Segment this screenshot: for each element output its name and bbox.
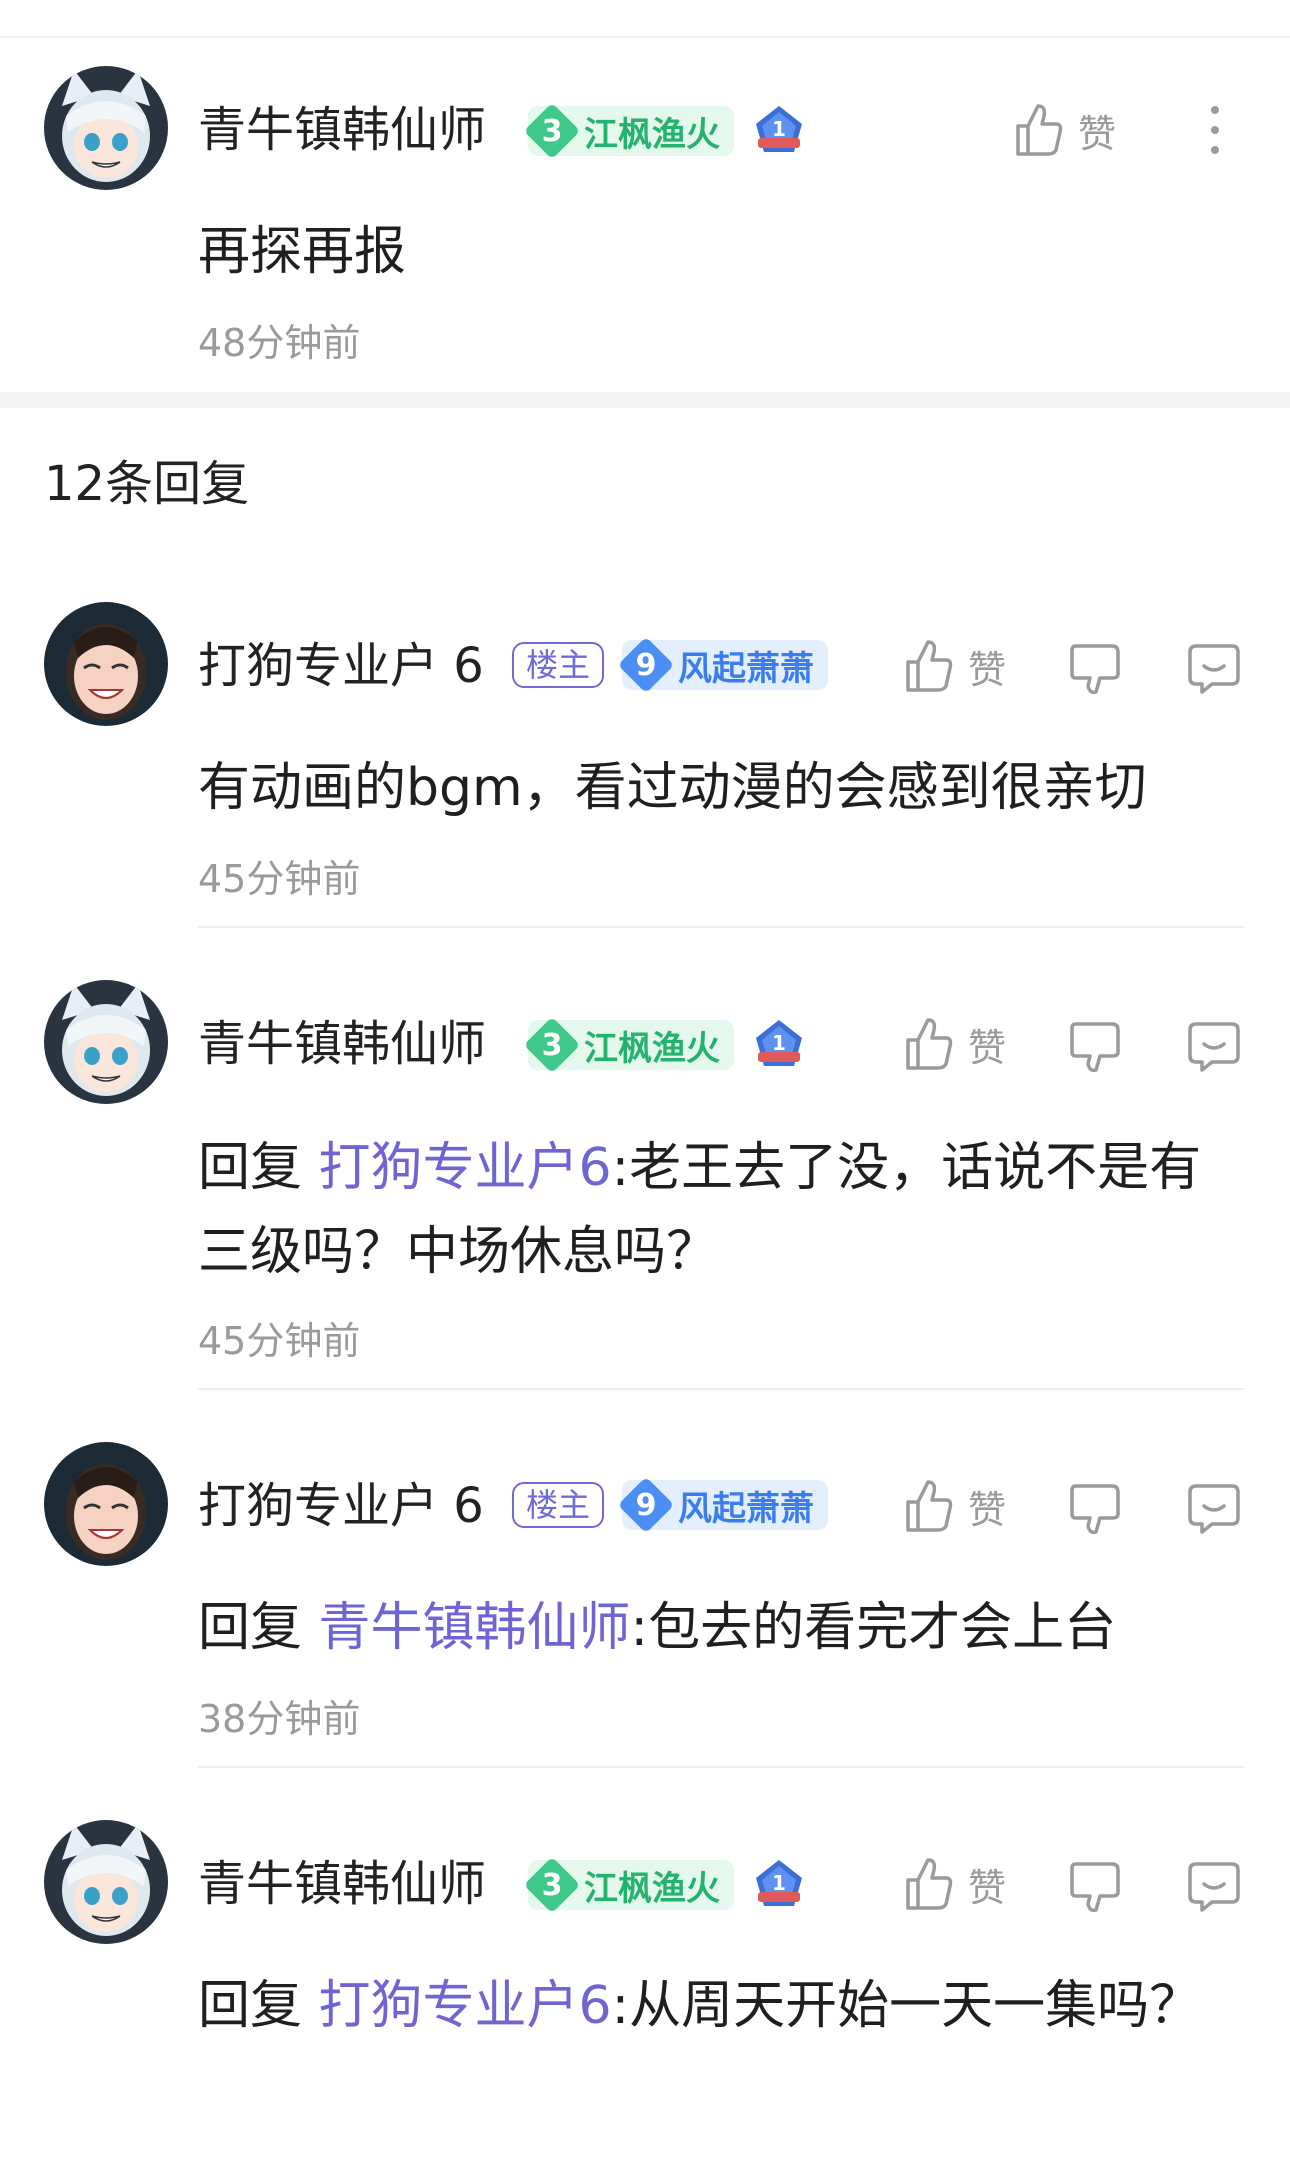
like-button[interactable]: 赞 [902, 638, 1006, 694]
reply-author-name[interactable]: 青牛镇韩仙师 [198, 1012, 486, 1076]
like-button[interactable]: 赞 [902, 1478, 1006, 1534]
anime-cat-avatar-icon [44, 66, 168, 190]
reply-comment-icon[interactable] [1186, 640, 1242, 696]
reply-content: 回复 打狗专业户6:老王去了没，话说不是有三级吗？中场休息吗？ [198, 1138, 1202, 1282]
reply-content: 回复 青牛镇韩仙师:包去的看完才会上台 [198, 1598, 1117, 1658]
medal-icon[interactable]: 1 [752, 104, 806, 158]
owner-tag: 楼主 [512, 642, 605, 688]
author-badges: 楼主 9 风起萧萧 [512, 1480, 829, 1530]
reply-comment-icon[interactable] [1186, 1480, 1242, 1536]
svg-text:1: 1 [772, 117, 786, 141]
level-badge[interactable]: 9 风起萧萧 [622, 640, 829, 690]
level-badge[interactable]: 3 江枫渔火 [528, 106, 734, 156]
thumb-down-icon[interactable] [1068, 1018, 1124, 1074]
reply-time: 38分钟前 [198, 1697, 361, 1741]
level-name: 风起萧萧 [678, 1488, 815, 1529]
author-badges: 3 江枫渔火 1 [528, 1858, 806, 1912]
thumb-up-icon [906, 1018, 953, 1070]
like-button[interactable]: 赞 [902, 1016, 1006, 1072]
reply-author-name[interactable]: 打狗专业户 6 [198, 634, 484, 698]
level-gem-icon: 9 [622, 1480, 670, 1530]
medal-icon[interactable]: 1 [752, 1858, 806, 1912]
reply-count: 12条回复 [44, 456, 250, 512]
level-gem-icon: 3 [528, 1860, 576, 1910]
reply-author-name[interactable]: 打狗专业户 6 [198, 1474, 484, 1538]
comment-time: 48分钟前 [198, 321, 361, 365]
level-gem-icon: 3 [528, 1020, 576, 1070]
author-badges: 楼主 9 风起萧萧 [512, 640, 829, 690]
thumb-up-icon [906, 1480, 953, 1532]
level-name: 风起萧萧 [678, 648, 815, 689]
level-name: 江枫渔火 [584, 1868, 720, 1909]
level-badge[interactable]: 3 江枫渔火 [528, 1020, 734, 1070]
comment-author-name[interactable]: 青牛镇韩仙师 [198, 98, 486, 162]
reply-comment-icon[interactable] [1186, 1018, 1242, 1074]
level-badge[interactable]: 3 江枫渔火 [528, 1860, 734, 1910]
author-badges: 3 江枫渔火 1 [528, 1018, 806, 1072]
level-gem-icon: 3 [528, 106, 576, 156]
reply-time: 45分钟前 [198, 857, 361, 901]
like-button[interactable]: 赞 [1012, 102, 1116, 158]
like-button[interactable]: 赞 [902, 1856, 1006, 1912]
author-badges: 3 江枫渔火 1 [528, 104, 806, 158]
medal-icon[interactable]: 1 [752, 1018, 806, 1072]
reply-author-name[interactable]: 青牛镇韩仙师 [198, 1852, 486, 1916]
thumb-up-icon [1016, 104, 1063, 156]
anime-cat-avatar-icon [44, 980, 168, 1104]
divider [198, 926, 1244, 928]
svg-text:1: 1 [772, 1031, 786, 1055]
avatar[interactable] [44, 1820, 168, 1944]
reply-comment-icon[interactable] [1186, 1858, 1242, 1914]
thumb-down-icon[interactable] [1068, 640, 1124, 696]
level-name: 江枫渔火 [584, 1028, 720, 1069]
avatar[interactable] [44, 980, 168, 1104]
level-gem-icon: 9 [622, 640, 670, 690]
level-badge[interactable]: 9 风起萧萧 [622, 1480, 829, 1530]
anime-cat-avatar-icon [44, 1820, 168, 1944]
avatar[interactable] [44, 1442, 168, 1566]
reply-content: 回复 打狗专业户6:从周天开始一天一集吗？ [198, 1976, 1202, 2036]
reply-content: 有动画的bgm，看过动漫的会感到很亲切 [198, 758, 1147, 818]
thumb-up-icon [906, 1858, 953, 1910]
comment-content: 再探再报 [198, 222, 407, 282]
reply-time: 45分钟前 [198, 1319, 361, 1363]
thumb-down-icon[interactable] [1068, 1858, 1124, 1914]
avatar[interactable] [44, 66, 168, 190]
divider [198, 1388, 1244, 1390]
thumb-up-icon [906, 640, 953, 692]
smiling-girl-avatar-icon [44, 602, 168, 726]
more-options-icon[interactable] [1200, 100, 1230, 160]
owner-tag: 楼主 [512, 1482, 605, 1528]
top-divider [0, 0, 1290, 38]
section-divider [0, 392, 1290, 408]
divider [198, 1766, 1244, 1768]
smiling-girl-avatar-icon [44, 1442, 168, 1566]
thumb-down-icon[interactable] [1068, 1480, 1124, 1536]
avatar[interactable] [44, 602, 168, 726]
svg-text:1: 1 [772, 1871, 786, 1895]
level-name: 江枫渔火 [584, 114, 720, 155]
